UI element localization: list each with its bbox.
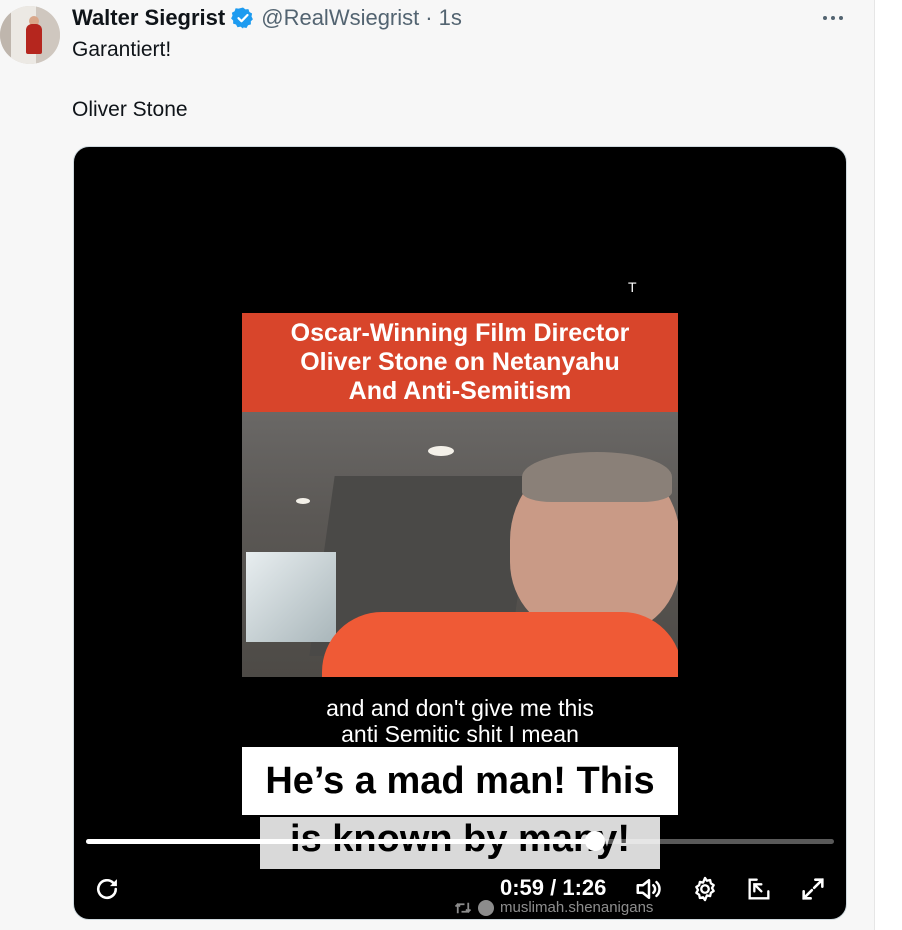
progress-bar[interactable] — [86, 831, 834, 851]
progress-scrubber[interactable] — [584, 831, 605, 851]
caption-line: and and don't give me this — [326, 695, 594, 721]
overlay-text-line1: He’s a mad man! This — [242, 747, 678, 815]
tweet-text-line2: Oliver Stone — [72, 98, 188, 121]
fullscreen-icon[interactable] — [796, 867, 830, 911]
watermark-text: muslimah.shenanigans — [500, 899, 654, 916]
progress-fill — [86, 839, 595, 844]
watermark-avatar — [478, 899, 494, 916]
header-separator: · — [425, 5, 433, 30]
more-options-icon[interactable] — [818, 6, 848, 30]
replay-icon[interactable] — [90, 867, 124, 911]
caption-line: anti Semitic shit I mean — [341, 721, 579, 747]
author-avatar[interactable] — [0, 6, 60, 64]
video-frame: Oscar-Winning Film Director Oliver Stone… — [242, 313, 678, 677]
right-column-edge — [874, 0, 902, 930]
banner-line: And Anti-Semitism — [348, 377, 572, 405]
video-player[interactable]: T Oscar-Winning Film Director Oliver Sto… — [73, 146, 847, 920]
corner-mark: T — [628, 279, 637, 295]
tweet-text-line1: Garantiert! — [72, 38, 172, 61]
banner-line: Oscar-Winning Film Director — [290, 319, 630, 347]
verified-badge-icon — [231, 7, 254, 29]
video-watermark: muslimah.shenanigans — [454, 899, 653, 916]
repost-icon — [454, 902, 472, 913]
tweet-timestamp[interactable]: 1s — [439, 5, 462, 31]
video-caption: and and don't give me this anti Semitic … — [242, 695, 678, 747]
video-scene — [242, 412, 678, 677]
time-display: 0:59 / 1:26 — [500, 875, 607, 900]
tweet-header: Walter Siegrist @RealWsiegrist · 1s — [72, 5, 462, 31]
video-title-banner: Oscar-Winning Film Director Oliver Stone… — [242, 313, 678, 412]
settings-gear-icon[interactable] — [688, 867, 722, 911]
picture-in-picture-icon[interactable] — [742, 867, 776, 911]
timeline: Walter Siegrist @RealWsiegrist · 1s Gara… — [0, 0, 874, 930]
author-name[interactable]: Walter Siegrist — [72, 5, 225, 31]
banner-line: Oliver Stone on Netanyahu — [300, 348, 620, 376]
author-handle[interactable]: @RealWsiegrist — [261, 5, 419, 31]
